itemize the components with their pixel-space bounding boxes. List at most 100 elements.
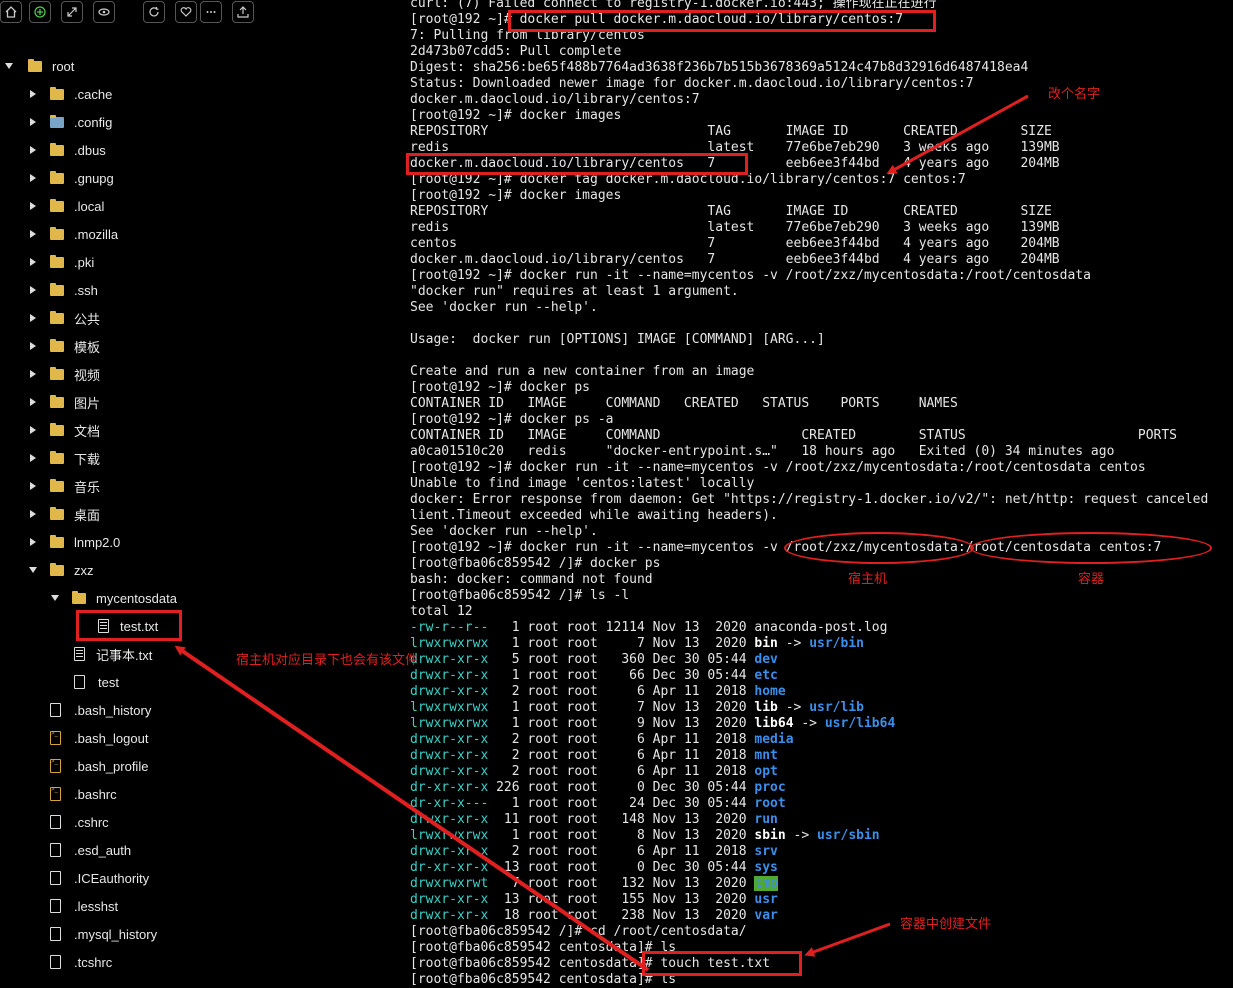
- tree-file[interactable]: .mysql_history: [50, 922, 157, 946]
- terminal-line: dr-xr-xr-x 13 root root 0 Dec 30 05:44 s…: [410, 860, 778, 875]
- chevron-right-icon: [28, 341, 38, 351]
- annotation-rename: 改个名字: [1048, 86, 1101, 101]
- tree-item-label: lnmp2.0: [74, 534, 121, 550]
- upload-icon[interactable]: [232, 1, 254, 23]
- terminal-line: [root@192 ~]# docker images: [410, 188, 622, 203]
- chevron-right-icon: [28, 145, 38, 155]
- chevron-right-icon: [28, 537, 38, 547]
- tree-item[interactable]: .dbus: [28, 138, 106, 162]
- highlight-box-pull: [508, 10, 936, 32]
- folder-icon: [50, 534, 64, 548]
- chevron-right-icon: [28, 285, 38, 295]
- tree-file[interactable]: .cshrc: [50, 810, 109, 834]
- file-icon: [74, 675, 85, 689]
- terminal-line: See 'docker run --help'.: [410, 300, 598, 315]
- tree-item[interactable]: 图片: [28, 390, 100, 414]
- home-icon[interactable]: [0, 1, 22, 23]
- terminal-line: Unable to find image 'centos:latest' loc…: [410, 476, 755, 491]
- add-circle-icon[interactable]: [29, 1, 51, 23]
- tree-item-test[interactable]: test: [74, 670, 119, 694]
- chevron-right-icon: [28, 89, 38, 99]
- tree-item[interactable]: 公共: [28, 306, 100, 330]
- chevron-right-icon: [28, 257, 38, 267]
- expand-icon[interactable]: [61, 1, 83, 23]
- tree-item[interactable]: 音乐: [28, 474, 100, 498]
- chevron-down-icon: [4, 61, 14, 71]
- tree-item[interactable]: .cache: [28, 82, 112, 106]
- tree-item-label: 视频: [74, 367, 101, 383]
- terminal-line: lient.Timeout exceeded while awaiting he…: [410, 508, 778, 523]
- heart-icon[interactable]: [175, 1, 197, 23]
- folder-icon: [50, 310, 64, 324]
- highlight-box-repo: [406, 153, 748, 175]
- tree-file[interactable]: .esd_auth: [50, 838, 131, 862]
- annotation-container: 容器: [1078, 571, 1105, 586]
- folder-gear-icon: [50, 114, 64, 128]
- folder-icon: [50, 394, 64, 408]
- terminal-line: drwxr-xr-x 11 root root 148 Nov 13 2020 …: [410, 812, 778, 827]
- tree-item-label: 模板: [74, 339, 101, 355]
- terminal-line: CONTAINER ID IMAGE COMMAND CREATED STATU…: [410, 428, 1178, 443]
- tree-item-mycentosdata[interactable]: mycentosdata: [50, 586, 177, 610]
- chevron-right-icon: [28, 397, 38, 407]
- tree-item[interactable]: .pki: [28, 250, 94, 274]
- annotation-host-file: 宿主机对应目录下也会有该文件: [236, 652, 419, 667]
- tree-item-label: mycentosdata: [96, 590, 177, 606]
- terminal-line: [root@fba06c859542 centosdata]# ls: [410, 972, 677, 987]
- more-icon[interactable]: [200, 1, 222, 23]
- terminal-line: [root@fba06c859542 /]# ls -l: [410, 588, 630, 603]
- tree-item-label: .pki: [74, 254, 95, 270]
- tree-file[interactable]: .bash_logout: [50, 726, 148, 750]
- terminal-line: a0ca01510c20 redis "docker-entrypoint.s……: [410, 444, 1115, 459]
- tree-item[interactable]: .mozilla: [28, 222, 118, 246]
- chevron-right-icon: [28, 117, 38, 127]
- refresh-icon[interactable]: [143, 1, 165, 23]
- tree-file[interactable]: .bash_profile: [50, 754, 148, 778]
- chevron-right-icon: [28, 229, 38, 239]
- file-icon: [50, 955, 61, 969]
- tree-file[interactable]: .lesshst: [50, 894, 118, 918]
- tree-item[interactable]: 文档: [28, 418, 100, 442]
- tree-item[interactable]: 视频: [28, 362, 100, 386]
- tree-item-notebook[interactable]: 记事本.txt: [74, 642, 152, 666]
- terminal-line: centos 7 eeb6ee3f44bd 4 years ago 204MB: [410, 236, 1060, 251]
- chevron-right-icon: [28, 313, 38, 323]
- terminal-line: dr-xr-x--- 1 root root 24 Dec 30 05:44 r…: [410, 796, 786, 811]
- tree-item-label: 文档: [74, 423, 101, 439]
- eye-icon[interactable]: [93, 1, 115, 23]
- terminal-line: drwxr-xr-x 2 root root 6 Apr 11 2018 mnt: [410, 748, 778, 763]
- tree-item[interactable]: .gnupg: [28, 166, 114, 190]
- tree-item[interactable]: zxz: [28, 558, 94, 582]
- terminal-line: bash: docker: command not found: [410, 572, 653, 587]
- tree-item[interactable]: .ssh: [28, 278, 98, 302]
- folder-icon: [50, 338, 64, 352]
- terminal[interactable]: curl: (7) Failed connect to registry-1.d…: [406, 0, 1233, 987]
- terminal-line: -rw-r--r-- 1 root root 12114 Nov 13 2020…: [410, 620, 888, 635]
- tree-file[interactable]: .bashrc: [50, 782, 117, 806]
- tree-file[interactable]: .tcshrc: [50, 950, 112, 974]
- tree-file[interactable]: .bash_history: [50, 698, 151, 722]
- tree-root[interactable]: root: [4, 54, 74, 78]
- tree-item[interactable]: 桌面: [28, 502, 100, 526]
- highlight-box-testtxt: [76, 610, 182, 641]
- tree-item[interactable]: lnmp2.0: [28, 530, 120, 554]
- folder-icon: [50, 282, 64, 296]
- script-file-icon: [50, 731, 61, 745]
- tree-item[interactable]: 模板: [28, 334, 100, 358]
- tree-item[interactable]: .config: [28, 110, 112, 134]
- terminal-line: Usage: docker run [OPTIONS] IMAGE [COMMA…: [410, 332, 825, 347]
- tree-item[interactable]: .local: [28, 194, 104, 218]
- terminal-line: docker.m.daocloud.io/library/centos 7 ee…: [410, 252, 1060, 267]
- terminal-line: drwxr-xr-x 2 root root 6 Apr 11 2018 med…: [410, 732, 794, 747]
- terminal-line: drwxr-xr-x 13 root root 155 Nov 13 2020 …: [410, 892, 778, 907]
- chevron-right-icon: [28, 201, 38, 211]
- tree-item-label: 记事本.txt: [96, 647, 153, 663]
- terminal-line: [root@192 ~]# docker ps -a: [410, 412, 614, 427]
- terminal-line: See 'docker run --help'.: [410, 524, 598, 539]
- terminal-line: drwxr-xr-x 5 root root 360 Dec 30 05:44 …: [410, 652, 778, 667]
- folder-icon: [50, 478, 64, 492]
- file-icon: [50, 899, 61, 913]
- tree-item-label: .tcshrc: [74, 954, 113, 970]
- tree-file[interactable]: .ICEauthority: [50, 866, 149, 890]
- tree-item[interactable]: 下载: [28, 446, 100, 470]
